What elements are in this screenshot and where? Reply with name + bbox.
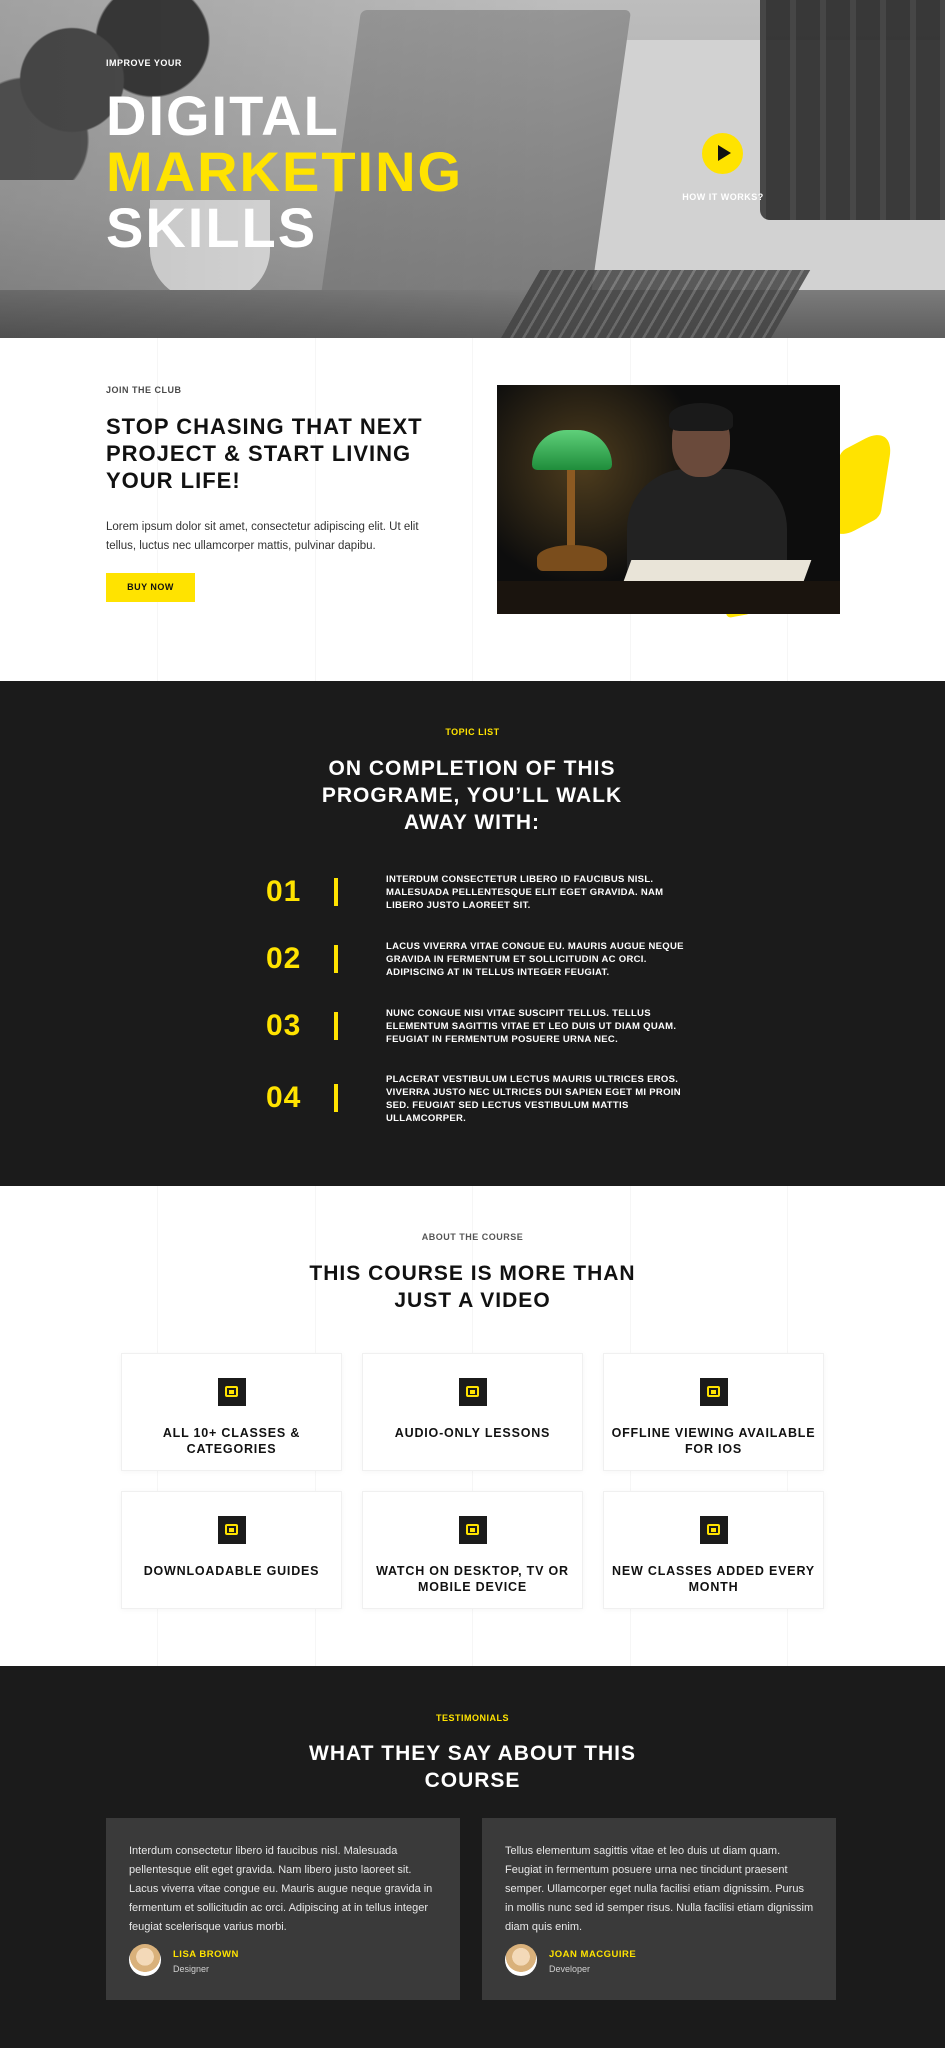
feature-card: NEW CLASSES ADDED EVERY MONTH — [603, 1491, 824, 1609]
photo-icon — [459, 1378, 487, 1406]
photo-icon — [218, 1378, 246, 1406]
feature-label: ALL 10+ CLASSES & CATEGORIES — [162, 1426, 301, 1456]
testimonial-card: Tellus elementum sagittis vitae et leo d… — [482, 1818, 836, 2000]
topic-title: ON COMPLETION OF THIS PROGRAME, YOU’LL W… — [321, 757, 623, 834]
hero-section: IMPROVE YOUR DIGITAL MARKETING SKILLS HO… — [0, 0, 945, 338]
about-eyebrow: ABOUT THE COURSE — [421, 1232, 524, 1242]
feature-card: WATCH ON DESKTOP, TV OR MOBILE DEVICE — [362, 1491, 583, 1609]
testimonial-text: Interdum consectetur libero id faucibus … — [129, 1845, 433, 1933]
topic-text-2: LACUS VIVERRA VITAE CONGUE EU. MAURIS AU… — [386, 941, 684, 978]
feature-label: NEW CLASSES ADDED EVERY MONTH — [612, 1564, 815, 1594]
testimonials-title: WHAT THEY SAY ABOUT THIS COURSE — [309, 1742, 636, 1792]
photo-icon — [700, 1516, 728, 1544]
topic-text-4: PLACERAT VESTIBULUM LECTUS MAURIS ULTRIC… — [386, 1074, 681, 1124]
hero-title-line-1: DIGITAL — [106, 84, 340, 147]
feature-card: AUDIO-ONLY LESSONS — [362, 1353, 583, 1471]
feature-label: OFFLINE VIEWING AVAILABLE FOR IOS — [611, 1426, 816, 1456]
testimonial-name: LISA BROWN — [173, 1949, 239, 1960]
topic-number-3: 03 — [266, 1009, 302, 1042]
testimonials-eyebrow: TESTIMONIALS — [436, 1713, 509, 1723]
testimonial-card: Interdum consectetur libero id faucibus … — [106, 1818, 460, 2000]
testimonial-name: JOAN MACGUIRE — [549, 1949, 637, 1960]
topic-number-1: 01 — [266, 875, 302, 908]
man-image — [617, 403, 787, 579]
hero-title-line-3: SKILLS — [106, 196, 318, 259]
topic-divider — [334, 878, 338, 906]
feature-label: AUDIO-ONLY LESSONS — [394, 1426, 551, 1440]
feature-card: OFFLINE VIEWING AVAILABLE FOR IOS — [603, 1353, 824, 1471]
topic-divider — [334, 945, 338, 973]
buy-now-button[interactable]: BUY NOW — [106, 573, 195, 602]
feature-label: DOWNLOADABLE GUIDES — [143, 1564, 320, 1578]
join-description: Lorem ipsum dolor sit amet, consectetur … — [106, 521, 419, 552]
feature-card: DOWNLOADABLE GUIDES — [121, 1491, 342, 1609]
play-icon[interactable] — [702, 133, 743, 174]
student-photo — [497, 385, 840, 614]
hero-eyebrow: IMPROVE YOUR — [106, 58, 182, 68]
join-title: STOP CHASING THAT NEXT PROJECT & START L… — [106, 414, 423, 493]
photo-icon — [218, 1516, 246, 1544]
topic-number-2: 02 — [266, 942, 302, 975]
photo-icon — [459, 1516, 487, 1544]
avatar — [505, 1944, 537, 1976]
about-title: THIS COURSE IS MORE THAN JUST A VIDEO — [309, 1262, 636, 1312]
hero-title: DIGITAL MARKETING SKILLS — [106, 88, 463, 256]
testimonial-role: Developer — [549, 1964, 591, 1974]
topic-eyebrow: TOPIC LIST — [445, 727, 500, 737]
avatar — [129, 1944, 161, 1976]
join-eyebrow: JOIN THE CLUB — [106, 385, 182, 395]
feature-label: WATCH ON DESKTOP, TV OR MOBILE DEVICE — [376, 1564, 569, 1594]
topic-divider — [334, 1012, 338, 1040]
testimonial-role: Designer — [173, 1964, 210, 1974]
topic-number-4: 04 — [266, 1081, 302, 1114]
feature-card: ALL 10+ CLASSES & CATEGORIES — [121, 1353, 342, 1471]
testimonial-text: Tellus elementum sagittis vitae et leo d… — [505, 1845, 814, 1933]
topic-text-3: NUNC CONGUE NISI VITAE SUSCIPIT TELLUS. … — [386, 1008, 677, 1045]
how-it-works-link[interactable]: HOW IT WORKS? — [660, 192, 786, 202]
hero-title-line-2: MARKETING — [106, 140, 464, 203]
topic-divider — [334, 1084, 338, 1112]
photo-icon — [700, 1378, 728, 1406]
topic-text-1: INTERDUM CONSECTETUR LIBERO ID FAUCIBUS … — [386, 874, 664, 911]
